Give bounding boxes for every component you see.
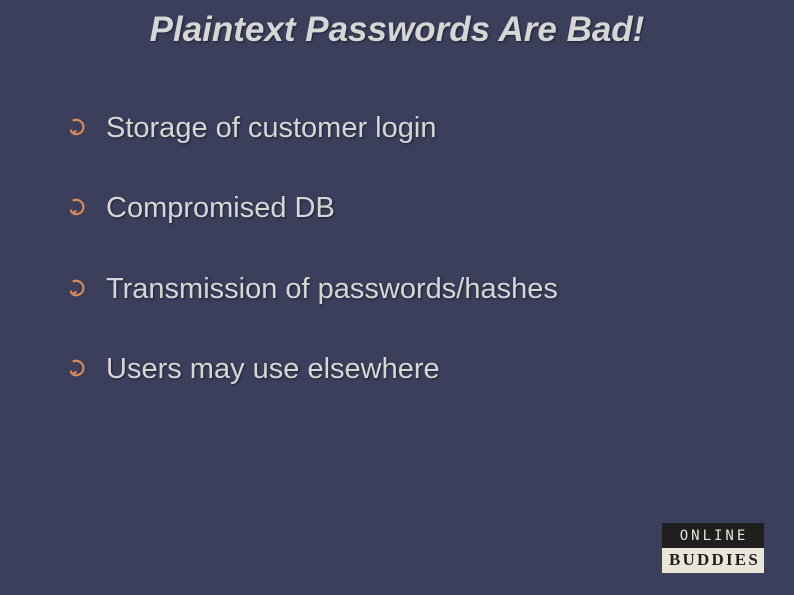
bullet-arrow-icon [70,279,88,297]
bullet-arrow-icon [70,359,88,377]
bullet-text: Compromised DB [106,190,335,226]
bullet-text: Users may use elsewhere [106,351,440,387]
list-item: Transmission of passwords/hashes [70,271,734,307]
slide: Plaintext Passwords Are Bad! Storage of … [0,0,794,595]
bullet-text: Transmission of passwords/hashes [106,271,558,307]
list-item: Compromised DB [70,190,734,226]
list-item: Users may use elsewhere [70,351,734,387]
logo-bottom-text: BUDDIES [662,548,764,573]
logo-top-text: ONLINE [662,523,764,548]
list-item: Storage of customer login [70,110,734,146]
bullet-text: Storage of customer login [106,110,436,146]
logo: ONLINE BUDDIES [662,523,764,573]
slide-title: Plaintext Passwords Are Bad! [0,10,794,50]
bullet-arrow-icon [70,198,88,216]
bullet-arrow-icon [70,118,88,136]
bullet-list: Storage of customer login Compromised DB… [70,110,734,431]
